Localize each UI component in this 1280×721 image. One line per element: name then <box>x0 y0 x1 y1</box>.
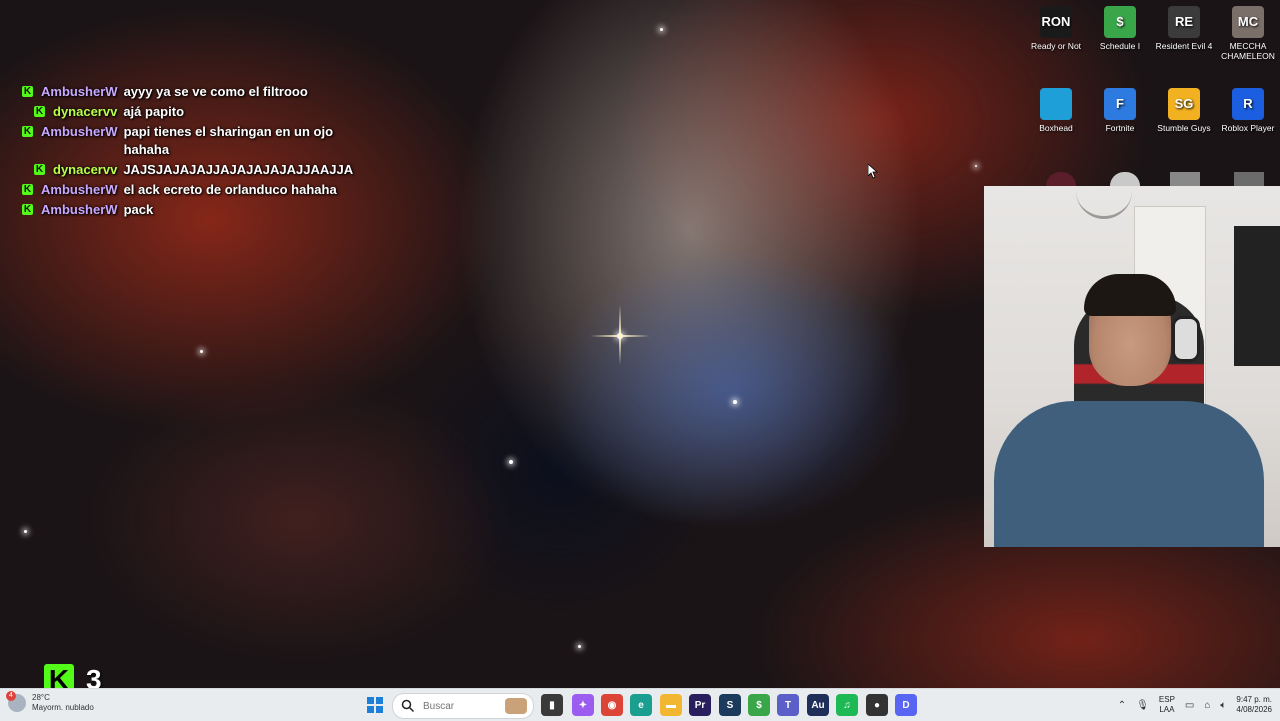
copilot-icon[interactable]: ✦ <box>572 694 594 716</box>
chat-text: el ack ecreto de orlanduco hahaha <box>123 182 337 197</box>
weather-temperature: 28°C <box>32 693 50 702</box>
search-highlight-icon <box>505 698 527 714</box>
chat-username: AmbusherW <box>41 202 118 217</box>
keyboard-layout: LAA <box>1159 705 1175 714</box>
chat-username: dynacervv <box>53 104 118 119</box>
kick-badge-icon: K <box>22 126 33 137</box>
folder-icon[interactable]: ▬ <box>660 694 682 716</box>
desktop-icon-label: MECCHA CHAMELEON <box>1221 41 1275 61</box>
kick-badge-icon: K <box>34 164 45 175</box>
desktop-icon-stumble-guys[interactable]: SG Stumble Guys <box>1150 88 1218 133</box>
teams-icon[interactable]: T <box>777 694 799 716</box>
kick-badge-icon: K <box>22 86 33 97</box>
taskbar: 4 28°C Mayorm. nublado ▮ ✦ ◉ e ▬ Pr S $ T Au ♫ ● D ⌃… <box>0 688 1280 721</box>
desktop-icon-resident-evil-4[interactable]: RE Resident Evil 4 <box>1150 6 1218 51</box>
clock-date: 4/08/2026 <box>1236 705 1272 714</box>
fortnite-icon: F <box>1104 88 1136 120</box>
boxhead-icon <box>1040 88 1072 120</box>
audition-icon[interactable]: Au <box>807 694 829 716</box>
network-icon[interactable]: ⌂ <box>1204 700 1210 711</box>
search-box[interactable] <box>392 693 534 719</box>
schedule-i-icon: $ <box>1104 6 1136 38</box>
battery-icon[interactable]: ▭ <box>1185 700 1194 711</box>
chat-message: Kdynacervv ajá papito <box>34 103 382 121</box>
chat-username: dynacervv <box>53 162 118 177</box>
desktop-icon-ready-or-not[interactable]: RON Ready or Not <box>1022 6 1090 51</box>
webcam-feed <box>984 186 1280 547</box>
streamer-shirt <box>994 401 1264 547</box>
kick-badge-icon: K <box>22 204 33 215</box>
streamer-hair <box>1084 274 1176 316</box>
chat-text: pack <box>123 202 154 217</box>
volume-icon[interactable]: 🔈︎ <box>1220 700 1226 711</box>
desktop-icon-row-hidden <box>1040 172 1280 186</box>
clock[interactable]: 9:47 p. m. 4/08/2026 <box>1236 695 1272 715</box>
desktop-icon-roblox-player[interactable]: R Roblox Player <box>1214 88 1280 133</box>
clock-time: 9:47 p. m. <box>1236 695 1272 704</box>
chat-username: AmbusherW <box>41 182 118 197</box>
microphone-icon[interactable]: 🎙︎ <box>1136 700 1149 711</box>
chat-username: AmbusherW <box>41 84 118 99</box>
discord-icon[interactable]: D <box>895 694 917 716</box>
chandelier <box>1076 190 1132 219</box>
edge-icon[interactable]: e <box>630 694 652 716</box>
notification-badge: 4 <box>6 691 16 701</box>
chat-username: AmbusherW <box>41 124 118 139</box>
kick-badge-icon: K <box>22 184 33 195</box>
stream-chat-overlay: K AmbusherW ayyy ya se ve como el filtrooo… <box>22 83 382 221</box>
desktop-icon-meccha-chameleon[interactable]: MC MECCHA CHAMELEON <box>1214 6 1280 61</box>
search-input[interactable] <box>421 699 505 713</box>
desktop-icon-schedule-i[interactable]: $ Schedule I <box>1086 6 1154 51</box>
chat-message: K AmbusherW papi tienes el sharingan en un… <box>22 123 382 159</box>
desktop-icon-label: Boxhead <box>1039 123 1073 133</box>
background-tv <box>1234 226 1280 366</box>
chat-text: papi tienes el sharingan en un ojo hahah… <box>123 124 334 157</box>
language-indicator[interactable]: ESP LAA <box>1159 695 1175 715</box>
desktop-icon-label: Ready or Not <box>1030 41 1082 51</box>
chat-message: Kdynacervv JAJSJAJAJAJJAJAJAJAJAJJAAJJA <box>34 161 382 179</box>
weather-widget[interactable]: 4 28°C Mayorm. nublado <box>6 691 94 713</box>
resident-evil-4-icon: RE <box>1168 6 1200 38</box>
chevron-up-icon[interactable]: ⌃ <box>1118 700 1126 711</box>
file-explorer-doc-icon[interactable]: ▮ <box>541 694 563 716</box>
desktop-icon-label: Roblox Player <box>1221 123 1275 133</box>
meccha-chameleon-icon: MC <box>1232 6 1264 38</box>
windows-icon <box>367 697 383 713</box>
desktop-icon-boxhead[interactable]: Boxhead <box>1022 88 1090 133</box>
chat-message: K AmbusherW ayyy ya se ve como el filtrooo <box>22 83 382 101</box>
start-button[interactable] <box>364 694 386 716</box>
desktop-icon-label: Stumble Guys <box>1157 123 1211 133</box>
headset <box>1172 316 1200 362</box>
chat-message: K AmbusherW pack <box>22 201 382 219</box>
roblox-player-icon: R <box>1232 88 1264 120</box>
ready-or-not-icon: RON <box>1040 6 1072 38</box>
system-tray: ⌃ 🎙︎ ESP LAA ▭ ⌂ 🔈︎ 9:47 p. m. 4/08/2026 <box>1113 689 1280 721</box>
chrome-icon[interactable]: ◉ <box>601 694 623 716</box>
desktop-icon-label: Schedule I <box>1099 41 1141 51</box>
desktop-icon-label: Resident Evil 4 <box>1155 41 1213 51</box>
desktop-icon-fortnite[interactable]: F Fortnite <box>1086 88 1154 133</box>
weather-condition: Mayorm. nublado <box>32 703 94 712</box>
mouse-cursor-icon <box>868 164 878 179</box>
chat-text: JAJSJAJAJAJJAJAJAJAJAJJAAJJA <box>123 162 354 177</box>
search-icon <box>401 699 415 713</box>
language-code: ESP <box>1158 695 1175 704</box>
kick-badge-icon: K <box>34 106 45 117</box>
spotify-icon[interactable]: ♫ <box>836 694 858 716</box>
stumble-guys-icon: SG <box>1168 88 1200 120</box>
chat-text: ajá papito <box>123 104 185 119</box>
premiere-icon[interactable]: Pr <box>689 694 711 716</box>
chat-text: ayyy ya se ve como el filtrooo <box>123 84 308 99</box>
game-app-icon[interactable]: $ <box>748 694 770 716</box>
desktop-icon-label: Fortnite <box>1105 123 1135 133</box>
cloud-icon: 4 <box>6 691 26 712</box>
roblox-studio-icon[interactable]: ● <box>866 694 888 716</box>
chat-message: K AmbusherW el ack ecreto de orlanduco hah… <box>22 181 382 199</box>
steam-icon[interactable]: S <box>719 694 741 716</box>
